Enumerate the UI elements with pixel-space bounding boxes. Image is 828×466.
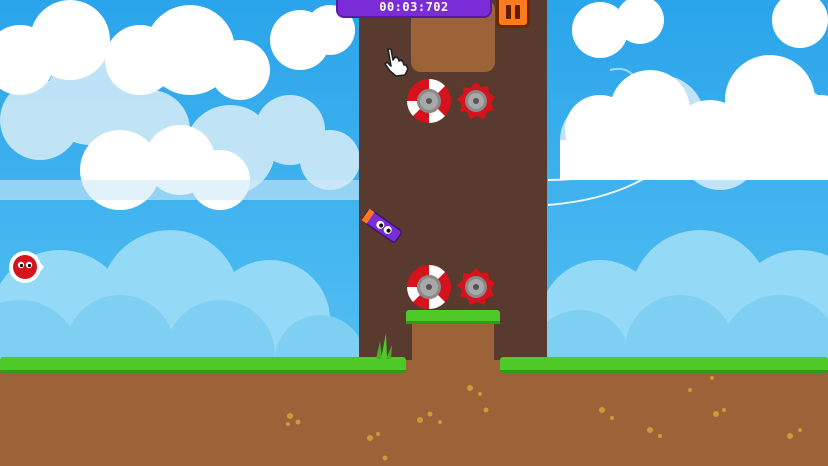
saw-blade-pair-top bbox=[407, 79, 495, 123]
grass-platform bbox=[406, 310, 500, 370]
timer-display: 00:03:702 bbox=[336, 0, 492, 18]
grass-right-ground bbox=[500, 357, 828, 373]
game-scene[interactable]: 00:03:702 bbox=[0, 0, 828, 466]
pause-icon-bar bbox=[515, 5, 520, 19]
grass-tuft bbox=[376, 333, 392, 359]
purple-stick-creature bbox=[361, 208, 402, 243]
pointer-hand-icon bbox=[384, 48, 409, 77]
red-ball-player[interactable] bbox=[8, 250, 44, 284]
dirt-ground bbox=[0, 360, 828, 466]
pause-icon bbox=[506, 5, 511, 19]
timer-text: 00:03:702 bbox=[379, 0, 449, 14]
grass-left-ground bbox=[0, 357, 406, 373]
saw-blade-pair-bottom bbox=[407, 265, 495, 309]
pause-button[interactable] bbox=[496, 0, 530, 28]
